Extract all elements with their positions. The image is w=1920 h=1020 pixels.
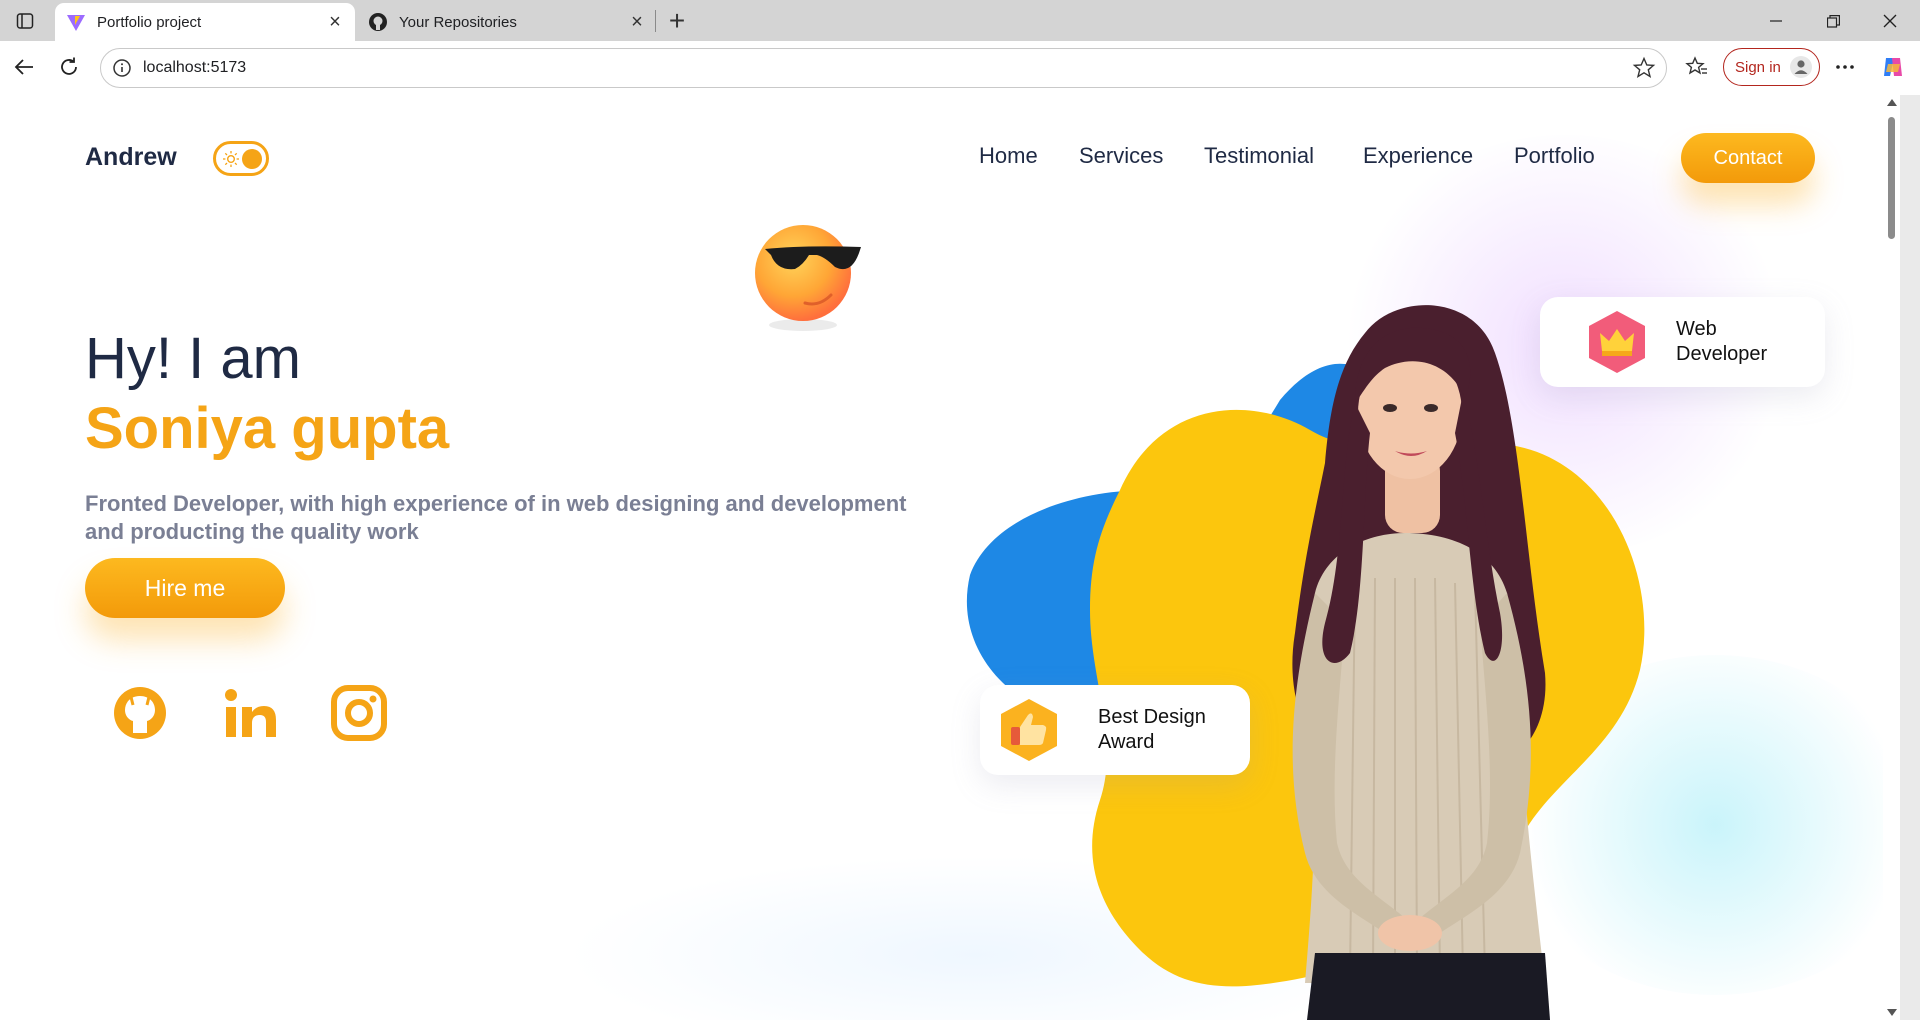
github-icon[interactable] — [110, 683, 170, 743]
reload-icon[interactable] — [53, 51, 85, 83]
close-icon[interactable]: × — [321, 8, 349, 36]
nav-testimonial[interactable]: Testimonial — [1204, 143, 1314, 169]
address-bar[interactable]: localhost:5173 — [100, 48, 1667, 88]
nav-services[interactable]: Services — [1079, 143, 1163, 169]
badge-line: Developer — [1676, 343, 1768, 365]
theme-toggle[interactable] — [213, 141, 269, 176]
scroll-down-icon[interactable] — [1887, 1009, 1897, 1016]
scroll-up-icon[interactable] — [1887, 99, 1897, 106]
back-icon[interactable] — [8, 51, 40, 83]
close-icon[interactable]: × — [623, 8, 651, 36]
nav-home[interactable]: Home — [979, 143, 1038, 169]
web-developer-badge: Web Developer — [1540, 297, 1825, 387]
sign-in-button[interactable]: Sign in — [1723, 48, 1820, 86]
toggle-knob — [242, 149, 262, 169]
webpage-viewport: Andrew Home Services Testimonial Experie… — [5, 95, 1883, 1020]
github-icon — [367, 11, 389, 33]
linkedin-icon[interactable] — [220, 683, 280, 743]
tab-title: Your Repositories — [399, 13, 517, 31]
browser-toolbar: localhost:5173 Sign in — [0, 41, 1920, 94]
close-window-icon[interactable] — [1862, 4, 1918, 38]
sunglasses-emoji-icon — [755, 225, 875, 335]
nav-experience[interactable]: Experience — [1363, 143, 1473, 169]
minimize-icon[interactable] — [1748, 4, 1804, 38]
tab-title: Portfolio project — [97, 13, 202, 31]
vite-icon — [65, 11, 87, 33]
tab-actions-icon[interactable] — [12, 8, 38, 34]
site-logo[interactable]: Andrew — [85, 143, 177, 172]
instagram-icon[interactable] — [329, 683, 389, 743]
favorite-star-icon[interactable] — [1632, 56, 1656, 80]
site-info-icon[interactable] — [111, 57, 133, 79]
url-text: localhost:5173 — [143, 59, 247, 76]
badge-line: Web — [1676, 318, 1717, 340]
browser-tab-bar: Portfolio project × Your Repositories × … — [0, 0, 1920, 41]
restore-icon[interactable] — [1805, 4, 1861, 38]
avatar-icon — [1790, 56, 1812, 78]
scrollbar-thumb[interactable] — [1888, 117, 1895, 239]
badge-line: Award — [1098, 731, 1155, 753]
hero-description: Fronted Developer, with high experience … — [85, 491, 907, 544]
hire-me-button[interactable]: Hire me — [85, 558, 285, 618]
copilot-icon[interactable] — [1877, 51, 1909, 83]
tab-separator — [655, 10, 656, 32]
badge-line: Best Design — [1098, 706, 1206, 728]
window-edge — [1900, 95, 1920, 1020]
sun-icon — [222, 150, 240, 168]
more-options-icon[interactable] — [1829, 51, 1861, 83]
sign-in-label: Sign in — [1735, 58, 1781, 76]
tab-portfolio-project[interactable]: Portfolio project × — [55, 3, 355, 41]
hero-greeting: Hy! I am — [85, 326, 301, 391]
crown-icon — [1586, 309, 1648, 375]
profile-photo — [1245, 293, 1575, 1020]
contact-button[interactable]: Contact — [1681, 133, 1815, 183]
page-scrollbar[interactable] — [1883, 95, 1900, 1020]
favorites-icon[interactable] — [1681, 51, 1713, 83]
best-design-award-badge: Best Design Award — [980, 685, 1250, 775]
thumbs-up-icon — [998, 697, 1060, 763]
tab-your-repositories[interactable]: Your Repositories × — [357, 3, 657, 41]
badge-text: Web Developer — [1676, 317, 1767, 367]
hero-name: Soniya gupta — [85, 396, 450, 461]
nav-portfolio[interactable]: Portfolio — [1514, 143, 1595, 169]
badge-text: Best Design Award — [1098, 705, 1206, 755]
new-tab-icon[interactable]: + — [662, 5, 692, 36]
